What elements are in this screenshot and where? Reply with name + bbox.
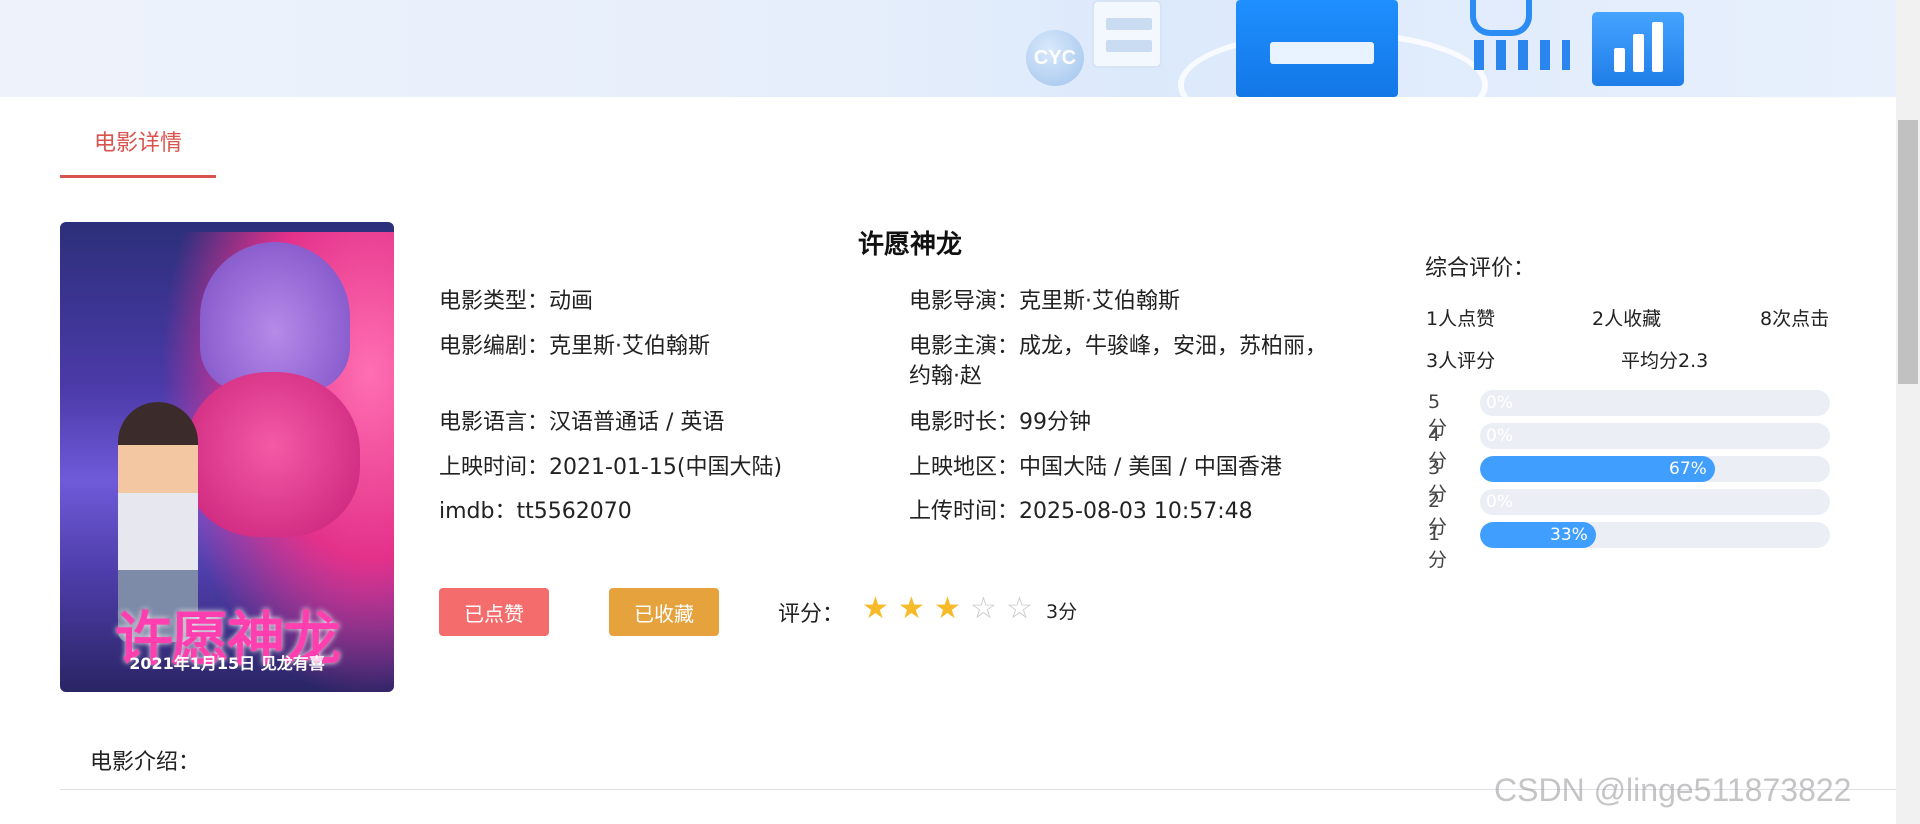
- distribution-track: 0%: [1480, 390, 1830, 416]
- like-button[interactable]: 已点赞: [439, 588, 549, 636]
- dragon-hair-shape: [200, 242, 350, 392]
- info-writer: 电影编剧：克里斯·艾伯翰斯: [439, 334, 711, 359]
- info-director: 电影导演：克里斯·艾伯翰斯: [909, 289, 1181, 314]
- page-scrollbar[interactable]: [1896, 0, 1920, 824]
- distribution-track: 0%: [1480, 423, 1830, 449]
- card-illustration-icon: [1092, 0, 1162, 68]
- rating-label: 评分：: [778, 602, 845, 627]
- scrollbar-thumb[interactable]: [1898, 120, 1918, 384]
- favorites-count: 2人收藏: [1592, 308, 1662, 330]
- info-imdb: imdb：tt5562070: [439, 499, 632, 524]
- star-icon[interactable]: ★: [898, 592, 925, 626]
- star-icon[interactable]: ☆: [1006, 592, 1033, 626]
- distribution-percent: 0%: [1486, 492, 1513, 512]
- dragon-head-shape: [185, 372, 360, 537]
- info-duration: 电影时长：99分钟: [909, 410, 1092, 435]
- magnet-illustration-icon: [1470, 0, 1532, 36]
- header-banner: CYC: [0, 0, 1896, 97]
- likes-count: 1人点赞: [1426, 308, 1496, 330]
- info-language: 电影语言：汉语普通话 / 英语: [439, 410, 725, 435]
- info-cast: 电影主演：成龙，牛骏峰，安沺，苏柏丽，约翰·赵: [909, 334, 1328, 389]
- tab-movie-details[interactable]: 电影详情: [60, 128, 216, 178]
- star-icon[interactable]: ★: [862, 592, 889, 626]
- star-icon[interactable]: ★: [934, 592, 961, 626]
- movie-title: 许愿神龙: [857, 230, 962, 260]
- raters-count: 3人评分: [1426, 350, 1496, 372]
- distribution-percent: 67%: [1669, 459, 1707, 479]
- cyc-badge-icon: CYC: [1026, 30, 1084, 86]
- info-region: 上映地区：中国大陆 / 美国 / 中国香港: [909, 455, 1282, 480]
- average-score: 平均分2.3: [1621, 350, 1709, 372]
- bars-illustration-icon: [1474, 40, 1570, 70]
- distribution-track: 67%: [1480, 456, 1830, 482]
- clicks-count: 8次点击: [1760, 308, 1830, 330]
- favorite-button[interactable]: 已收藏: [609, 588, 719, 636]
- star-icon[interactable]: ☆: [970, 592, 997, 626]
- info-type: 电影类型：动画: [439, 289, 594, 314]
- rating-value-text: 3分: [1046, 601, 1078, 623]
- movie-poster: 许愿神龙 2021年1月15日 见龙有喜: [60, 222, 394, 692]
- info-release: 上映时间：2021-01-15(中国大陆): [439, 455, 783, 480]
- summary-title: 综合评价：: [1425, 256, 1536, 281]
- distribution-track: 0%: [1480, 489, 1830, 515]
- distribution-percent: 33%: [1550, 525, 1588, 545]
- watermark-text: CSDN @linge511873822: [1494, 772, 1852, 808]
- distribution-label: 1分: [1428, 523, 1448, 571]
- distribution-percent: 0%: [1486, 393, 1513, 413]
- distribution-percent: 0%: [1486, 426, 1513, 446]
- info-upload-time: 上传时间：2025-08-03 10:57:48: [909, 499, 1253, 524]
- poster-subtitle-text: 2021年1月15日 见龙有喜: [129, 654, 325, 673]
- intro-label: 电影介绍：: [90, 750, 201, 775]
- bar-chart-illustration-icon: [1592, 12, 1684, 86]
- monitor-illustration-icon: [1236, 0, 1398, 97]
- distribution-track: 33%: [1480, 522, 1830, 548]
